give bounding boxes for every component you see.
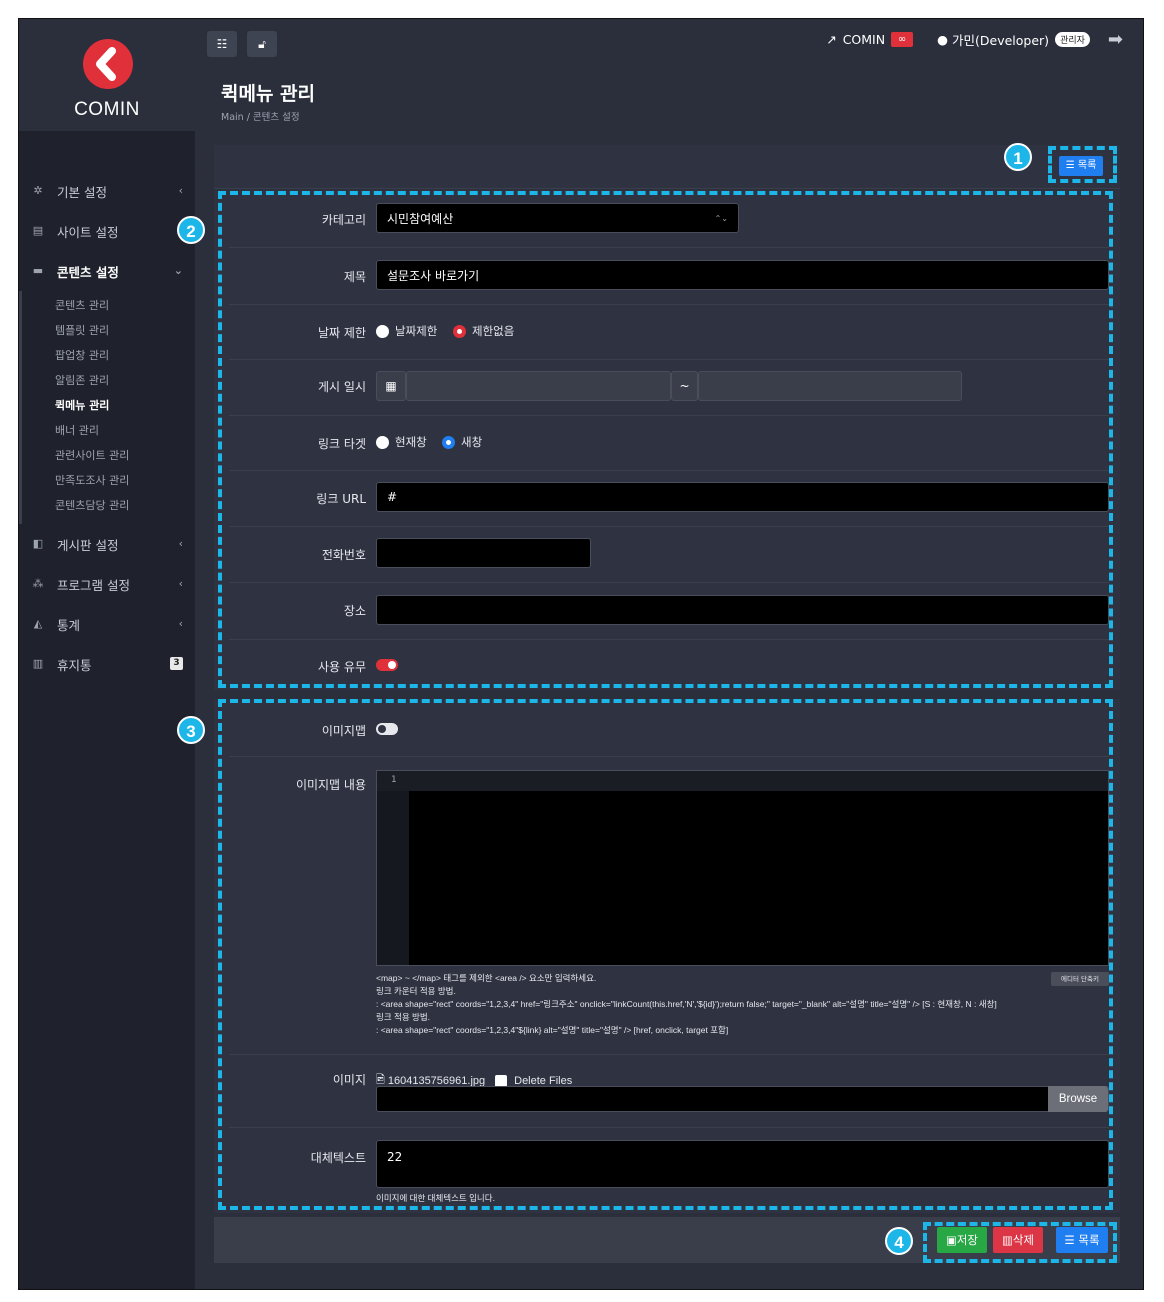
role-badge: 관리자 — [1055, 31, 1090, 47]
sidebar-subitem-banner[interactable]: 배너 관리 — [22, 418, 195, 443]
page-title: 퀵메뉴 관리 — [221, 83, 316, 105]
app-window: COMIN ✲ 기본 설정 ‹ ▤ 사이트 설정 ▬ 콘텐츠 설정 ⌄ 콘텐츠 … — [18, 18, 1144, 1290]
annotation-box-2 — [218, 191, 1113, 688]
brand-name: COMIN — [74, 99, 140, 120]
sidebar-subitem-related-sites[interactable]: 관련사이트 관리 — [22, 443, 195, 468]
sidebar-item-basic-settings[interactable]: ✲ 기본 설정 ‹ — [19, 171, 195, 211]
sidebar-subitem-content-manager[interactable]: 콘텐츠담당 관리 — [22, 493, 195, 518]
sidebar-item-content-settings[interactable]: ▬ 콘텐츠 설정 ⌄ — [19, 251, 195, 291]
chevron-left-icon: ‹ — [178, 184, 183, 197]
hdd-icon: ▬ — [32, 264, 44, 277]
server-icon: ▤ — [32, 224, 44, 237]
annotation-box-4 — [923, 1222, 1117, 1263]
topbar-user-area: ↗ COMIN ∞ ● 가민(Developer) 관리자 ➡ — [826, 29, 1123, 50]
annotation-marker-1: 1 — [1004, 143, 1032, 171]
sidebar-item-site-settings[interactable]: ▤ 사이트 설정 — [19, 211, 195, 251]
external-link-icon: ↗ — [826, 31, 837, 47]
sidebar-submenu: 콘텐츠 관리 템플릿 관리 팝업창 관리 알림존 관리 퀵메뉴 관리 배너 관리… — [19, 291, 195, 524]
trash-icon: ▥ — [32, 657, 44, 670]
sidebar-item-label: 사이트 설정 — [57, 224, 119, 240]
sidebar-item-label: 통계 — [57, 617, 81, 633]
sidebar-subitem-quickmenu[interactable]: 퀵메뉴 관리 — [22, 393, 195, 418]
chevron-left-icon: ‹ — [178, 617, 183, 630]
sidebar: COMIN ✲ 기본 설정 ‹ ▤ 사이트 설정 ▬ 콘텐츠 설정 ⌄ 콘텐츠 … — [19, 19, 195, 1289]
sidebar-subitem-content[interactable]: 콘텐츠 관리 — [22, 293, 195, 318]
chevron-down-icon: ⌄ — [173, 264, 183, 277]
card-header: ☰ 목록 — [214, 145, 1120, 189]
annotation-marker-3: 3 — [177, 716, 205, 744]
chart-area-icon: ◭ — [33, 617, 43, 630]
comin-logo-icon[interactable] — [83, 39, 133, 89]
gears-icon: ✲ — [33, 184, 43, 197]
sidebar-toggle-button[interactable]: ☷ — [207, 31, 237, 57]
sidebar-nav: ✲ 기본 설정 ‹ ▤ 사이트 설정 ▬ 콘텐츠 설정 ⌄ 콘텐츠 관리 템플릿… — [19, 171, 195, 684]
sidebar-item-label: 기본 설정 — [57, 184, 107, 200]
site-link[interactable]: COMIN — [843, 32, 885, 47]
comments-icon: ◧ — [32, 537, 44, 550]
brand-area: COMIN — [19, 19, 195, 131]
sidebar-item-program-settings[interactable]: ⁂ 프로그램 설정 ‹ — [19, 564, 195, 604]
chevron-left-icon: ‹ — [178, 577, 183, 590]
sidebar-item-statistics[interactable]: ◭ 통계 ‹ — [19, 604, 195, 644]
chevron-left-icon: ‹ — [178, 537, 183, 550]
sidebar-item-board-settings[interactable]: ◧ 게시판 설정 ‹ — [19, 524, 195, 564]
annotation-marker-2: 2 — [177, 216, 205, 244]
sidebar-item-label: 게시판 설정 — [57, 537, 119, 553]
logout-icon[interactable]: ➡ — [1108, 29, 1123, 50]
user-name[interactable]: 가민(Developer) — [952, 30, 1049, 49]
sidebar-item-label: 휴지통 — [57, 657, 92, 673]
annotation-box-1 — [1048, 146, 1117, 183]
annotation-marker-4: 4 — [885, 1227, 913, 1255]
list-icon: ☷ — [216, 37, 228, 51]
sidebar-subitem-template[interactable]: 템플릿 관리 — [22, 318, 195, 343]
user-icon: ● — [937, 31, 949, 47]
sidebar-item-trash[interactable]: ▥ 휴지통 3 — [19, 644, 195, 684]
unlock-icon: 🔓︎ — [258, 37, 266, 51]
sidebar-subitem-survey[interactable]: 만족도조사 관리 — [22, 468, 195, 493]
sidebar-item-label: 프로그램 설정 — [57, 577, 130, 593]
breadcrumb: Main / 콘텐츠 설정 — [221, 112, 300, 123]
lock-button[interactable]: 🔓︎ — [247, 31, 277, 57]
sidebar-subitem-notice-zone[interactable]: 알림존 관리 — [22, 368, 195, 393]
sidebar-subitem-popup[interactable]: 팝업창 관리 — [22, 343, 195, 368]
annotation-box-3 — [218, 699, 1113, 1210]
trash-count-badge: 3 — [170, 657, 183, 670]
sidebar-item-label: 콘텐츠 설정 — [57, 264, 119, 280]
link-icon[interactable]: ∞ — [891, 31, 914, 47]
sitemap-icon: ⁂ — [32, 577, 44, 590]
